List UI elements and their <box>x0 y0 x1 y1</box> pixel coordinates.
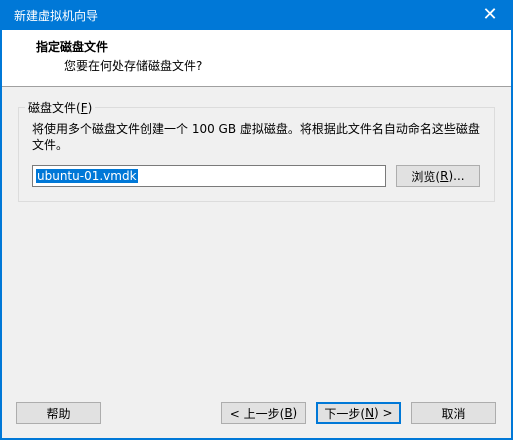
wizard-header: 指定磁盘文件 您要在何处存储磁盘文件? <box>2 30 511 87</box>
title-bar: 新建虚拟机向导 ✕ <box>0 0 513 30</box>
disk-file-description: 将使用多个磁盘文件创建一个 100 GB 虚拟磁盘。将根据此文件名自动命名这些磁… <box>32 122 480 152</box>
wizard-body: 指定磁盘文件 您要在何处存储磁盘文件? 磁盘文件(F) 将使用多个磁盘文件创建一… <box>2 30 511 438</box>
next-button[interactable]: 下一步(N) > <box>316 402 401 424</box>
help-button[interactable]: 帮助 <box>16 402 101 424</box>
disk-file-group: 磁盘文件(F) 将使用多个磁盘文件创建一个 100 GB 虚拟磁盘。将根据此文件… <box>18 99 495 202</box>
browse-button[interactable]: 浏览(R)... <box>396 165 480 187</box>
disk-file-group-label: 磁盘文件(F) <box>25 99 96 116</box>
cancel-button[interactable]: 取消 <box>411 402 496 424</box>
close-icon[interactable]: ✕ <box>467 0 513 30</box>
window-title: 新建虚拟机向导 <box>14 9 99 23</box>
back-button[interactable]: < 上一步(B) <box>221 402 306 424</box>
disk-file-path-value: ubuntu-01.vmdk <box>36 169 138 183</box>
page-title: 指定磁盘文件 <box>36 40 109 54</box>
disk-file-path-input[interactable]: ubuntu-01.vmdk <box>32 165 386 187</box>
page-subtitle: 您要在何处存储磁盘文件? <box>64 59 203 73</box>
